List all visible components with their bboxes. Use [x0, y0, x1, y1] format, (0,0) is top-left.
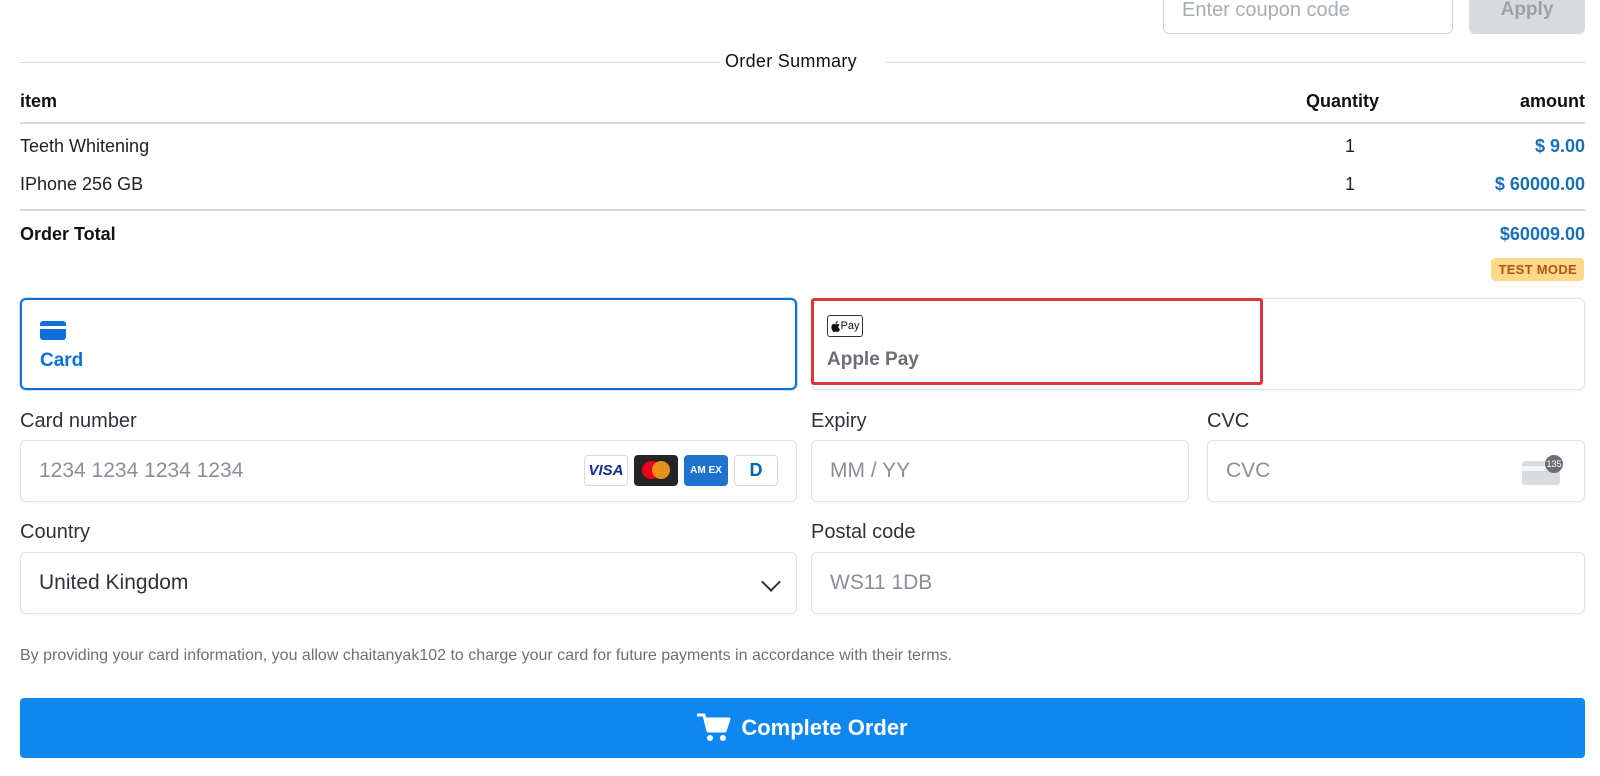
- card-number-placeholder: 1234 1234 1234 1234: [39, 459, 244, 482]
- expiry-placeholder: MM / YY: [830, 459, 911, 482]
- visa-icon: VISA: [584, 455, 628, 486]
- country-select[interactable]: United Kingdom: [20, 552, 797, 614]
- postal-code-input[interactable]: WS11 1DB: [811, 552, 1585, 614]
- order-total-label: Order Total: [20, 224, 116, 244]
- row-item-name: Teeth Whitening: [20, 136, 150, 156]
- apple-pay-icon: Pay: [827, 315, 863, 337]
- cvc-input[interactable]: CVC 135: [1207, 440, 1585, 502]
- payment-tab-apple-pay-label: Apple Pay: [827, 349, 919, 370]
- country-value: United Kingdom: [39, 571, 189, 594]
- column-header-quantity: Quantity: [1306, 91, 1380, 111]
- credit-card-icon: [40, 321, 66, 340]
- svg-text:135: 135: [1546, 459, 1561, 469]
- summary-divider-left: [20, 62, 720, 63]
- row-amount: $ 9.00: [1534, 136, 1585, 156]
- card-number-label: Card number: [20, 410, 137, 432]
- complete-order-label: Complete Order: [741, 715, 908, 740]
- chevron-down-icon: [761, 572, 781, 592]
- table-header-rule: [20, 122, 1585, 124]
- apple-pay-icon-text: Pay: [840, 320, 860, 332]
- test-mode-badge: TEST MODE: [1491, 258, 1584, 281]
- payment-tab-card[interactable]: Card: [20, 298, 797, 390]
- postal-code-label: Postal code: [811, 521, 916, 543]
- card-number-input[interactable]: 1234 1234 1234 1234 VISA AM EX D: [20, 440, 797, 502]
- amex-icon: AM EX: [684, 455, 728, 486]
- payment-tab-apple-pay[interactable]: Pay Apple Pay: [811, 298, 1585, 390]
- cvc-card-icon: 135: [1522, 455, 1563, 485]
- expiry-label: Expiry: [811, 410, 867, 432]
- apply-coupon-button[interactable]: Apply: [1469, 0, 1585, 34]
- order-total-value: $60009.00: [1499, 224, 1585, 244]
- column-header-amount: amount: [1520, 91, 1585, 111]
- shopping-cart-icon: [697, 713, 731, 741]
- row-item-name: IPhone 256 GB: [20, 174, 144, 194]
- cvc-placeholder: CVC: [1226, 459, 1271, 482]
- coupon-input[interactable]: Enter coupon code: [1163, 0, 1453, 34]
- row-quantity: 1: [1345, 136, 1356, 156]
- column-header-item: item: [20, 91, 58, 111]
- country-label: Country: [20, 521, 91, 543]
- diners-club-icon: D: [734, 455, 778, 486]
- complete-order-button[interactable]: Complete Order: [20, 698, 1585, 758]
- postal-code-placeholder: WS11 1DB: [830, 571, 933, 594]
- expiry-input[interactable]: MM / YY: [811, 440, 1189, 502]
- cvc-label: CVC: [1207, 410, 1250, 432]
- row-amount: $ 60000.00: [1494, 174, 1585, 194]
- summary-divider-right: [886, 62, 1585, 63]
- card-brand-icons: VISA AM EX D: [584, 455, 778, 486]
- card-terms-disclaimer: By providing your card information, you …: [20, 647, 953, 664]
- order-summary-title: Order Summary: [725, 51, 857, 71]
- payment-tab-card-label: Card: [40, 350, 84, 371]
- mastercard-icon: [634, 455, 678, 486]
- table-total-rule: [20, 209, 1585, 211]
- row-quantity: 1: [1345, 174, 1356, 194]
